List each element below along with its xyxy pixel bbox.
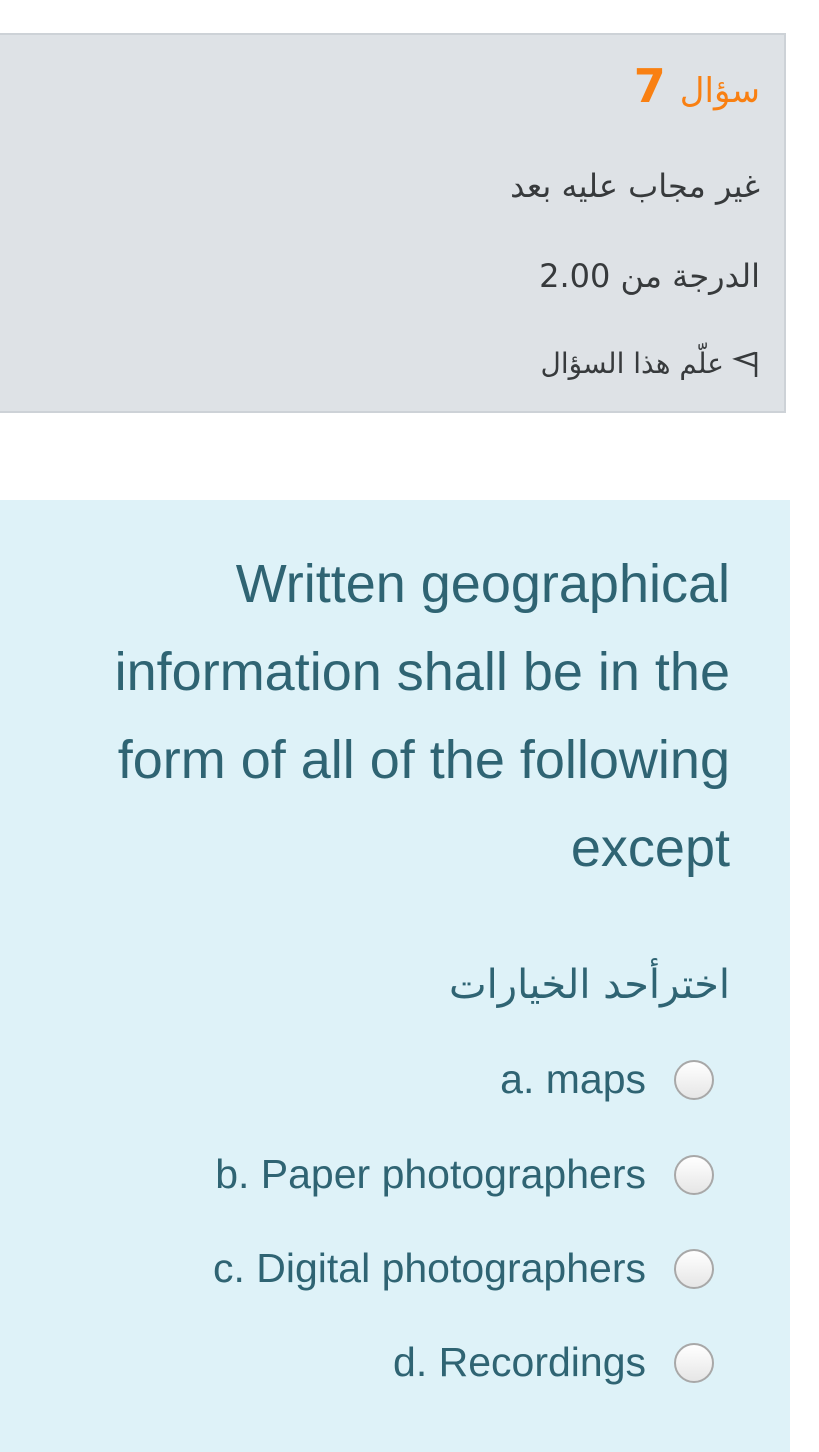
question-number: 7 xyxy=(633,59,666,113)
question-content-panel: Written geographical information shall b… xyxy=(0,500,790,1452)
question-text: Written geographical information shall b… xyxy=(114,554,730,878)
option-label: b. Paper photographers xyxy=(215,1151,646,1197)
option-label: a. maps xyxy=(500,1056,646,1102)
select-one-prompt: اخترأحد الخيارات xyxy=(449,962,730,1008)
answer-option-b[interactable]: b. Paper photographers xyxy=(215,1151,714,1198)
radio-icon[interactable] xyxy=(674,1154,714,1195)
radio-icon[interactable] xyxy=(674,1059,714,1100)
answer-option-a[interactable]: a. maps xyxy=(500,1056,714,1103)
answer-option-d[interactable]: d. Recordings xyxy=(393,1339,714,1386)
radio-icon[interactable] xyxy=(674,1342,714,1383)
question-header: سؤال 7 xyxy=(634,59,760,113)
question-info-panel: سؤال 7 غير مجاب عليه بعد الدرجة من 2.00 … xyxy=(0,33,786,413)
question-status: غير مجاب عليه بعد xyxy=(510,167,760,205)
answer-option-c[interactable]: c. Digital photographers xyxy=(213,1245,714,1292)
question-grade: الدرجة من 2.00 xyxy=(539,257,760,295)
question-label: سؤال xyxy=(679,71,760,111)
radio-icon[interactable] xyxy=(674,1248,714,1289)
option-label: d. Recordings xyxy=(393,1339,646,1385)
flag-label: علّم هذا السؤال xyxy=(540,347,724,380)
option-label: c. Digital photographers xyxy=(212,1245,646,1291)
flag-icon xyxy=(732,351,758,377)
flag-question-link[interactable]: علّم هذا السؤال xyxy=(540,347,760,380)
